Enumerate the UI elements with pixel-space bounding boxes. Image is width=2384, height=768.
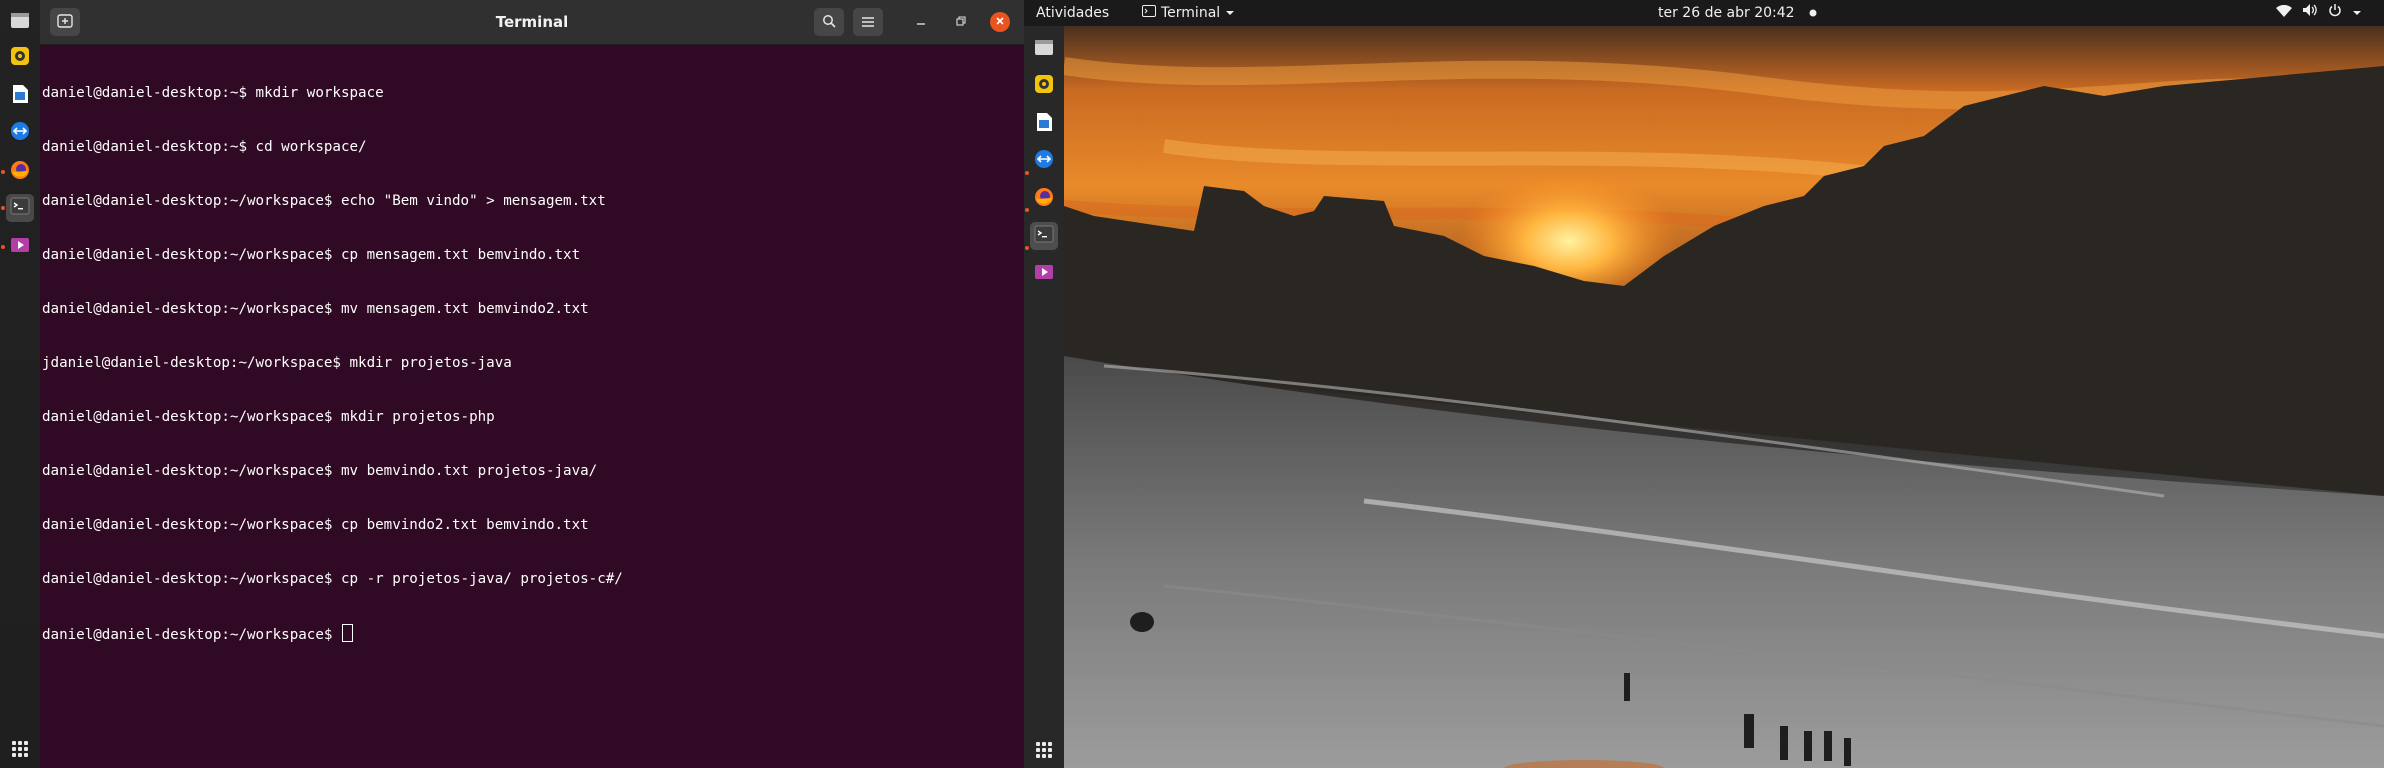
restore-button[interactable]	[951, 12, 971, 32]
show-applications-button[interactable]	[6, 735, 34, 763]
dock-files[interactable]	[1030, 35, 1058, 63]
terminal-line: daniel@daniel-desktop:~$ cd workspace/	[42, 139, 367, 155]
app-menu-label: Terminal	[1161, 5, 1221, 21]
close-icon	[995, 15, 1005, 30]
dock-rhythmbox[interactable]	[1030, 72, 1058, 100]
media-player-icon	[1034, 264, 1054, 284]
terminal-line: jdaniel@daniel-desktop:~/workspace$ mkdi…	[42, 355, 512, 371]
dock-files[interactable]	[6, 8, 34, 36]
app-menu[interactable]: Terminal	[1142, 0, 1235, 26]
terminal-window[interactable]: Terminal daniel@daniel-desktop:~$ mkdir …	[40, 0, 1024, 768]
dock-terminal[interactable]	[1030, 222, 1058, 250]
media-player-icon	[10, 237, 30, 257]
minimize-icon	[916, 15, 926, 30]
terminal-line: daniel@daniel-desktop:~/workspace$ mkdir…	[42, 409, 495, 425]
left-dock	[0, 0, 40, 768]
terminal-line: daniel@daniel-desktop:~/workspace$ echo …	[42, 193, 606, 209]
terminal-line: daniel@daniel-desktop:~$ mkdir workspace	[42, 85, 384, 101]
running-indicator	[1025, 246, 1029, 250]
new-tab-icon	[57, 13, 73, 32]
dock-rhythmbox[interactable]	[6, 44, 34, 72]
text-cursor	[341, 624, 353, 642]
terminal-headerbar: Terminal	[40, 0, 1024, 45]
search-button[interactable]	[814, 8, 844, 36]
dock-firefox[interactable]	[1030, 185, 1058, 213]
terminal-line: daniel@daniel-desktop:~/workspace$ cp me…	[42, 247, 581, 263]
dock-libreoffice-writer[interactable]	[6, 82, 34, 110]
rhythmbox-icon	[1034, 74, 1054, 98]
dock-libreoffice-writer[interactable]	[1030, 110, 1058, 138]
running-indicator	[1025, 171, 1029, 175]
dock-teamviewer[interactable]	[6, 119, 34, 147]
libreoffice-writer-icon	[1035, 112, 1053, 136]
right-monitor: Atividades Terminal ter 26 de abr 20:42	[1024, 0, 2384, 768]
notification-dot-icon	[1809, 0, 1817, 26]
volume-icon	[2302, 0, 2318, 26]
left-monitor: Terminal daniel@daniel-desktop:~$ mkdir …	[0, 0, 1024, 768]
close-button[interactable]	[990, 12, 1010, 32]
system-menu[interactable]	[2276, 0, 2362, 26]
search-icon	[822, 13, 836, 32]
sunset-beach-photo	[1064, 26, 2384, 768]
terminal-icon	[1142, 0, 1156, 26]
terminal-icon	[10, 197, 30, 219]
rhythmbox-icon	[10, 46, 30, 70]
firefox-icon	[10, 160, 30, 184]
running-indicator	[1, 206, 5, 210]
running-indicator	[1, 170, 5, 174]
running-indicator	[1, 245, 5, 249]
minimize-button[interactable]	[911, 12, 931, 32]
terminal-line: daniel@daniel-desktop:~/workspace$ mv me…	[42, 301, 589, 317]
firefox-icon	[1034, 187, 1054, 211]
libreoffice-writer-icon	[11, 84, 29, 108]
terminal-line: daniel@daniel-desktop:~/workspace$ cp -r…	[42, 571, 623, 587]
dock-teamviewer[interactable]	[1030, 147, 1058, 175]
activities-button[interactable]: Atividades	[1036, 0, 1109, 26]
terminal-output[interactable]: daniel@daniel-desktop:~$ mkdir workspace…	[42, 48, 1002, 764]
restore-icon	[956, 15, 966, 30]
dock-firefox[interactable]	[6, 158, 34, 186]
teamviewer-icon	[10, 121, 30, 145]
files-icon	[1034, 38, 1054, 60]
terminal-prompt-line[interactable]: daniel@daniel-desktop:~/workspace$	[42, 624, 1002, 643]
show-applications-icon	[1036, 742, 1052, 758]
terminal-prompt: daniel@daniel-desktop:~/workspace$	[42, 627, 341, 643]
dock-terminal[interactable]	[6, 194, 34, 222]
clock-button[interactable]: ter 26 de abr 20:42	[1658, 0, 1817, 26]
dock-media-player[interactable]	[1030, 260, 1058, 288]
new-tab-button[interactable]	[50, 8, 80, 36]
running-indicator	[1025, 208, 1029, 212]
date-time: ter 26 de abr 20:42	[1658, 5, 1795, 21]
files-icon	[10, 11, 30, 33]
dock-media-player[interactable]	[6, 233, 34, 261]
chevron-down-icon	[2352, 0, 2362, 26]
show-applications-icon	[12, 741, 28, 757]
top-bar: Atividades Terminal ter 26 de abr 20:42	[1024, 0, 2384, 26]
right-dock	[1024, 26, 1064, 768]
show-applications-button[interactable]	[1030, 736, 1058, 764]
desktop-wallpaper	[1064, 26, 2384, 768]
power-icon	[2328, 0, 2342, 26]
teamviewer-icon	[1034, 149, 1054, 173]
hamburger-menu-icon	[861, 13, 875, 32]
terminal-line: daniel@daniel-desktop:~/workspace$ cp be…	[42, 517, 589, 533]
terminal-line: daniel@daniel-desktop:~/workspace$ mv be…	[42, 463, 598, 479]
chevron-down-icon	[1225, 0, 1235, 26]
terminal-icon	[1034, 225, 1054, 247]
menu-button[interactable]	[853, 8, 883, 36]
network-icon	[2276, 0, 2292, 26]
